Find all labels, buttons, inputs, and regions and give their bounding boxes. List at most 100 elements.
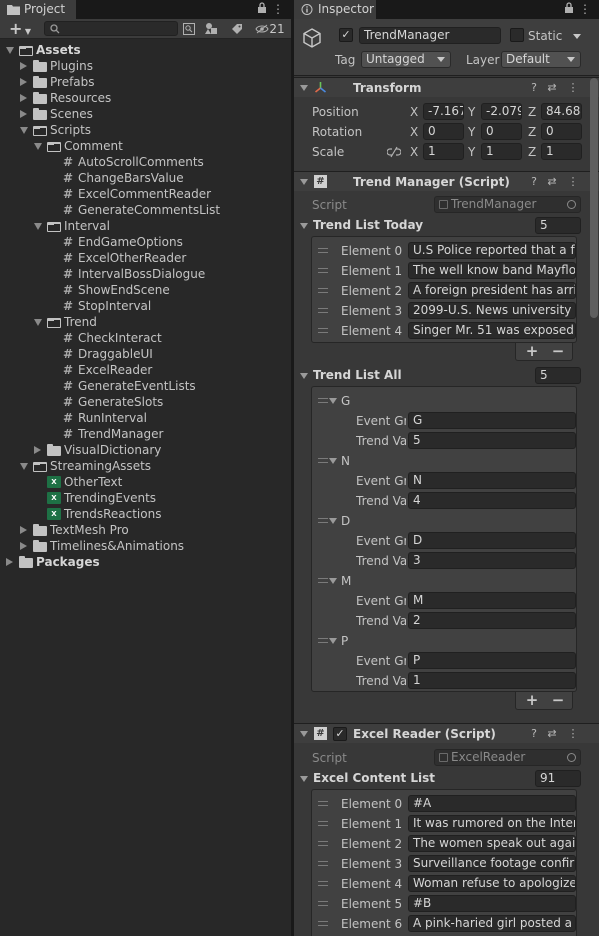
rotation-z-field[interactable]: 0 (541, 123, 582, 140)
position-y-field[interactable]: -2.079 (481, 103, 522, 120)
lock-icon[interactable] (563, 2, 575, 16)
object-name-field[interactable]: TrendManager (359, 27, 501, 44)
event-group-field[interactable]: P (408, 652, 576, 669)
drag-handle-icon[interactable] (318, 268, 328, 273)
trend-value-field[interactable]: 1 (408, 672, 576, 689)
drag-handle-icon[interactable] (318, 638, 328, 643)
hidden-packages-toggle[interactable]: 21 (252, 20, 288, 38)
remove-element-button[interactable]: − (548, 343, 568, 360)
drag-handle-icon[interactable] (318, 458, 328, 463)
add-element-button[interactable]: + (522, 343, 542, 360)
expand-arrow-icon[interactable] (34, 223, 42, 230)
position-z-field[interactable]: 84.684 (541, 103, 582, 120)
collapse-arrow-icon[interactable] (34, 446, 41, 454)
project-tab[interactable]: Project (0, 0, 76, 19)
element-value-field[interactable]: Surveillance footage confirmed (408, 855, 576, 872)
drag-handle-icon[interactable] (318, 288, 328, 293)
tree-item[interactable]: # DraggableUI (0, 346, 291, 362)
tree-item[interactable]: # ExcelReader (0, 362, 291, 378)
event-group-field[interactable]: M (408, 592, 576, 609)
script-object-field[interactable]: TrendManager (434, 196, 581, 213)
drag-handle-icon[interactable] (318, 578, 328, 583)
collapse-arrow-icon[interactable] (20, 62, 27, 70)
excel-content-list-size[interactable]: 91 (535, 770, 581, 787)
collapse-arrow-icon[interactable] (300, 776, 308, 782)
tree-item[interactable]: Timelines&Animations (0, 538, 291, 554)
event-group-field[interactable]: D (408, 532, 576, 549)
tree-item[interactable]: # IntervalBossDialogue (0, 266, 291, 282)
tree-item[interactable]: # ExcelCommentReader (0, 186, 291, 202)
scale-y-field[interactable]: 1 (481, 143, 522, 160)
trend-list-all-size[interactable]: 5 (535, 367, 581, 384)
search-by-type-icon[interactable] (180, 20, 198, 38)
rotation-x-field[interactable]: 0 (423, 123, 464, 140)
rotation-y-field[interactable]: 0 (481, 123, 522, 140)
scale-z-field[interactable]: 1 (541, 143, 582, 160)
active-checkbox[interactable]: ✓ (339, 28, 353, 42)
tree-item[interactable]: VisualDictionary (0, 442, 291, 458)
inspector-tab[interactable]: Inspector (294, 0, 376, 19)
drag-handle-icon[interactable] (318, 248, 328, 253)
create-button[interactable]: + ▼ (5, 20, 35, 38)
tree-item[interactable]: X TrendsReactions (0, 506, 291, 522)
event-group-field[interactable]: G (408, 412, 576, 429)
element-value-field[interactable]: The well know band Mayflower (408, 262, 576, 279)
expand-arrow-icon[interactable] (20, 127, 28, 134)
drag-handle-icon[interactable] (318, 861, 328, 866)
expand-arrow-icon[interactable] (329, 518, 337, 524)
drag-handle-icon[interactable] (318, 921, 328, 926)
trend-value-field[interactable]: 3 (408, 552, 576, 569)
help-icon[interactable]: ? (527, 174, 541, 190)
collapse-arrow-icon[interactable] (20, 542, 27, 550)
trend-value-field[interactable]: 2 (408, 612, 576, 629)
tree-item[interactable]: Scripts (0, 122, 291, 138)
tree-item[interactable]: TextMesh Pro (0, 522, 291, 538)
component-enabled-checkbox[interactable]: ✓ (333, 727, 347, 741)
tree-item[interactable]: StreamingAssets (0, 458, 291, 474)
help-icon[interactable]: ? (527, 80, 541, 96)
link-scale-icon[interactable] (387, 146, 401, 158)
tree-item[interactable]: # EndGameOptions (0, 234, 291, 250)
tree-item[interactable]: Trend (0, 314, 291, 330)
tree-item[interactable]: # CheckInteract (0, 330, 291, 346)
drag-handle-icon[interactable] (318, 518, 328, 523)
drag-handle-icon[interactable] (318, 841, 328, 846)
tree-item[interactable]: # TrendManager (0, 426, 291, 442)
tree-item[interactable]: Packages (0, 554, 291, 570)
expand-arrow-icon[interactable] (329, 458, 337, 464)
element-value-field[interactable]: #B (408, 895, 576, 912)
collapse-arrow-icon[interactable] (20, 78, 27, 86)
tree-item[interactable]: # GenerateCommentsList (0, 202, 291, 218)
element-value-field[interactable]: U.S Police reported that a formerly (408, 242, 576, 259)
element-value-field[interactable]: It was rumored on the Internet (408, 815, 576, 832)
tree-item[interactable]: Plugins (0, 58, 291, 74)
tree-item[interactable]: Scenes (0, 106, 291, 122)
element-value-field[interactable]: Singer Mr. 51 was exposed for (408, 322, 576, 339)
collapse-arrow-icon[interactable] (20, 94, 27, 102)
collapse-arrow-icon[interactable] (300, 731, 308, 737)
expand-arrow-icon[interactable] (329, 638, 337, 644)
tree-item[interactable]: Comment (0, 138, 291, 154)
filter-by-type-icon[interactable] (202, 20, 220, 38)
drag-handle-icon[interactable] (318, 308, 328, 313)
drag-handle-icon[interactable] (318, 901, 328, 906)
tree-item[interactable]: # ShowEndScene (0, 282, 291, 298)
drag-handle-icon[interactable] (318, 328, 328, 333)
trend-manager-header[interactable]: # Trend Manager (Script) ? ⇄ ⋮ (294, 171, 599, 191)
tree-item[interactable]: X OtherText (0, 474, 291, 490)
tree-item[interactable]: Assets (0, 42, 291, 58)
tree-item[interactable]: # GenerateEventLists (0, 378, 291, 394)
tree-item[interactable]: Resources (0, 90, 291, 106)
transform-header[interactable]: Transform ? ⇄ ⋮ (294, 77, 599, 97)
layer-dropdown[interactable]: Default (501, 51, 581, 68)
static-dropdown-caret[interactable] (573, 34, 581, 39)
trend-value-field[interactable]: 4 (408, 492, 576, 509)
element-value-field[interactable]: 2099-U.S. News university ranking (408, 302, 576, 319)
more-options-icon[interactable]: ⋮ (579, 2, 591, 16)
tree-item[interactable]: # AutoScrollComments (0, 154, 291, 170)
static-checkbox[interactable] (510, 28, 524, 42)
expand-arrow-icon[interactable] (20, 463, 28, 470)
drag-handle-icon[interactable] (318, 801, 328, 806)
add-element-button[interactable]: + (522, 692, 542, 709)
scale-x-field[interactable]: 1 (423, 143, 464, 160)
